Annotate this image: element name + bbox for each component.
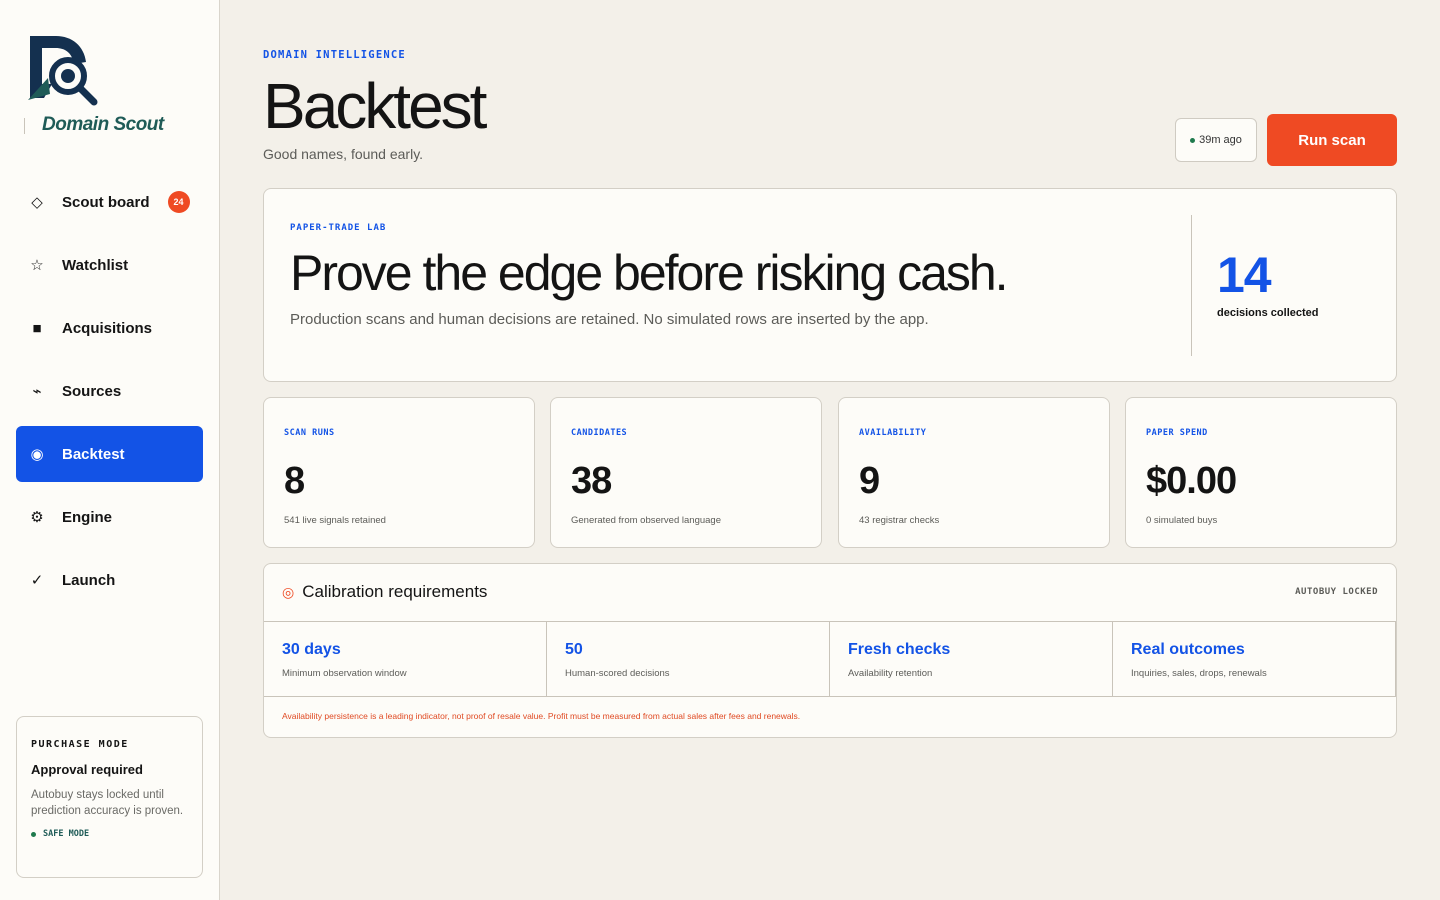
requirement-title: 50 — [565, 641, 583, 658]
sidebar-item-sources[interactable]: ⌁ Sources — [16, 363, 203, 419]
page-eyebrow: DOMAIN INTELLIGENCE — [263, 49, 406, 61]
stat-caption: 43 registrar checks — [859, 515, 940, 526]
star-icon: ☆ — [30, 257, 44, 274]
stat-caption: 0 simulated buys — [1146, 515, 1218, 526]
sidebar-item-acquisitions[interactable]: ■ Acquisitions — [16, 300, 203, 356]
sidebar-item-backtest[interactable]: ◉ Backtest — [16, 426, 203, 482]
paper-trade-hero: PAPER-TRADE LAB Prove the edge before ri… — [263, 188, 1397, 382]
last-scan-time: 39m ago — [1199, 134, 1242, 146]
gear-icon: ⚙ — [30, 509, 44, 526]
hero-eyebrow: PAPER-TRADE LAB — [290, 223, 387, 233]
requirement-title: 30 days — [282, 641, 341, 658]
calibration-note: Availability persistence is a leading in… — [282, 711, 801, 721]
purchase-mode-description: Autobuy stays locked until prediction ac… — [31, 789, 184, 817]
brand-name: Domain Scout — [42, 114, 164, 135]
sidebar-item-label: Scout board — [62, 193, 150, 211]
requirement-item: 50 Human-scored decisions — [547, 622, 830, 696]
logo-divider — [24, 118, 25, 134]
run-scan-button[interactable]: Run scan — [1267, 114, 1397, 166]
sidebar-nav: ◇ Scout board 24 ☆ Watchlist ■ Acquisitions ⌁ So… — [16, 174, 203, 615]
autobuy-lock-status: AUTOBUY LOCKED — [1295, 587, 1378, 597]
requirement-caption: Availability retention — [848, 668, 933, 679]
diamond-icon: ◇ — [31, 194, 43, 211]
stat-card-availability: AVAILABILITY 9 43 registrar checks — [838, 397, 1110, 548]
calibration-requirements: 30 days Minimum observation window 50 Human… — [264, 621, 1396, 697]
stat-card-candidates: CANDIDATES 38 Generated from observed lang… — [550, 397, 822, 548]
status-dot-icon — [31, 831, 36, 837]
requirement-item: Real outcomes Inquiries, sales, drops, re… — [1113, 622, 1396, 696]
sidebar-item-label: Backtest — [62, 445, 125, 463]
page-title: Backtest — [263, 70, 487, 142]
stat-value: 38 — [571, 460, 612, 502]
requirement-caption: Human-scored decisions — [565, 668, 670, 679]
stat-label: AVAILABILITY — [859, 428, 927, 438]
sidebar-item-label: Launch — [62, 571, 116, 589]
decisions-label: decisions collected — [1217, 307, 1319, 319]
requirement-caption: Inquiries, sales, drops, renewals — [1131, 668, 1267, 679]
calibration-title: Calibration requirements — [302, 582, 488, 601]
purchase-mode-title: Approval required — [31, 762, 143, 777]
sidebar-item-engine[interactable]: ⚙ Engine — [16, 489, 203, 545]
stat-caption: 541 live signals retained — [284, 515, 386, 526]
stat-value: $0.00 — [1146, 460, 1237, 502]
requirement-title: Real outcomes — [1131, 641, 1245, 658]
stat-cards: SCAN RUNS 8 541 live signals retained CANDI… — [263, 397, 1397, 548]
last-scan-status: 39m ago — [1175, 118, 1257, 162]
stat-label: CANDIDATES — [571, 428, 628, 438]
hero-description: Production scans and human decisions are… — [290, 311, 929, 328]
stat-value: 8 — [284, 460, 305, 502]
stat-label: PAPER SPEND — [1146, 428, 1208, 438]
target-icon: ◎ — [282, 583, 295, 600]
stat-card-paper-spend: PAPER SPEND $0.00 0 simulated buys — [1125, 397, 1397, 548]
sidebar-item-label: Acquisitions — [62, 319, 153, 337]
hero-title: Prove the edge before risking cash. — [290, 245, 1009, 301]
requirement-item: Fresh checks Availability retention — [830, 622, 1113, 696]
safe-mode-label: SAFE MODE — [43, 829, 90, 839]
page-subtitle: Good names, found early. — [263, 146, 424, 162]
main-content: DOMAIN INTELLIGENCE Backtest Good names,… — [220, 0, 1440, 900]
square-icon: ■ — [32, 319, 42, 337]
calibration-header: ◎ Calibration requirements — [282, 582, 487, 602]
decisions-count: 14 — [1217, 247, 1272, 303]
requirement-item: 30 days Minimum observation window — [264, 622, 547, 696]
magnifier-logo-icon — [28, 36, 98, 106]
check-icon: ✓ — [30, 572, 44, 589]
sidebar-item-label: Engine — [62, 508, 113, 526]
sidebar-item-label: Watchlist — [62, 256, 129, 274]
stat-card-scan-runs: SCAN RUNS 8 541 live signals retained — [263, 397, 535, 548]
safe-mode-status: SAFE MODE — [31, 829, 188, 839]
notification-badge: 24 — [167, 191, 190, 213]
requirement-title: Fresh checks — [848, 641, 951, 658]
purchase-mode-label: PURCHASE MODE — [31, 739, 129, 750]
sidebar-item-label: Sources — [62, 382, 122, 400]
sidebar-item-launch[interactable]: ✓ Launch — [16, 552, 203, 608]
brand-logo[interactable]: Domain Scout — [24, 34, 204, 144]
stat-caption: Generated from observed language — [571, 515, 721, 526]
stat-label: SCAN RUNS — [284, 428, 335, 438]
purchase-mode-card: PURCHASE MODE Approval required Autobuy … — [16, 716, 203, 878]
target-icon: ◉ — [30, 446, 44, 463]
sidebar-item-watchlist[interactable]: ☆ Watchlist — [16, 237, 203, 293]
signal-icon: ⌁ — [32, 383, 42, 400]
stat-value: 9 — [859, 460, 880, 502]
hero-divider — [1191, 215, 1192, 356]
requirement-caption: Minimum observation window — [282, 668, 407, 679]
calibration-panel: ◎ Calibration requirements AUTOBUY LOCKE… — [263, 563, 1397, 738]
sidebar: Domain Scout ◇ Scout board 24 ☆ Watchlist ■ Ac… — [0, 0, 220, 900]
status-dot-icon — [1190, 137, 1196, 143]
sidebar-item-scout-board[interactable]: ◇ Scout board 24 — [16, 174, 203, 230]
